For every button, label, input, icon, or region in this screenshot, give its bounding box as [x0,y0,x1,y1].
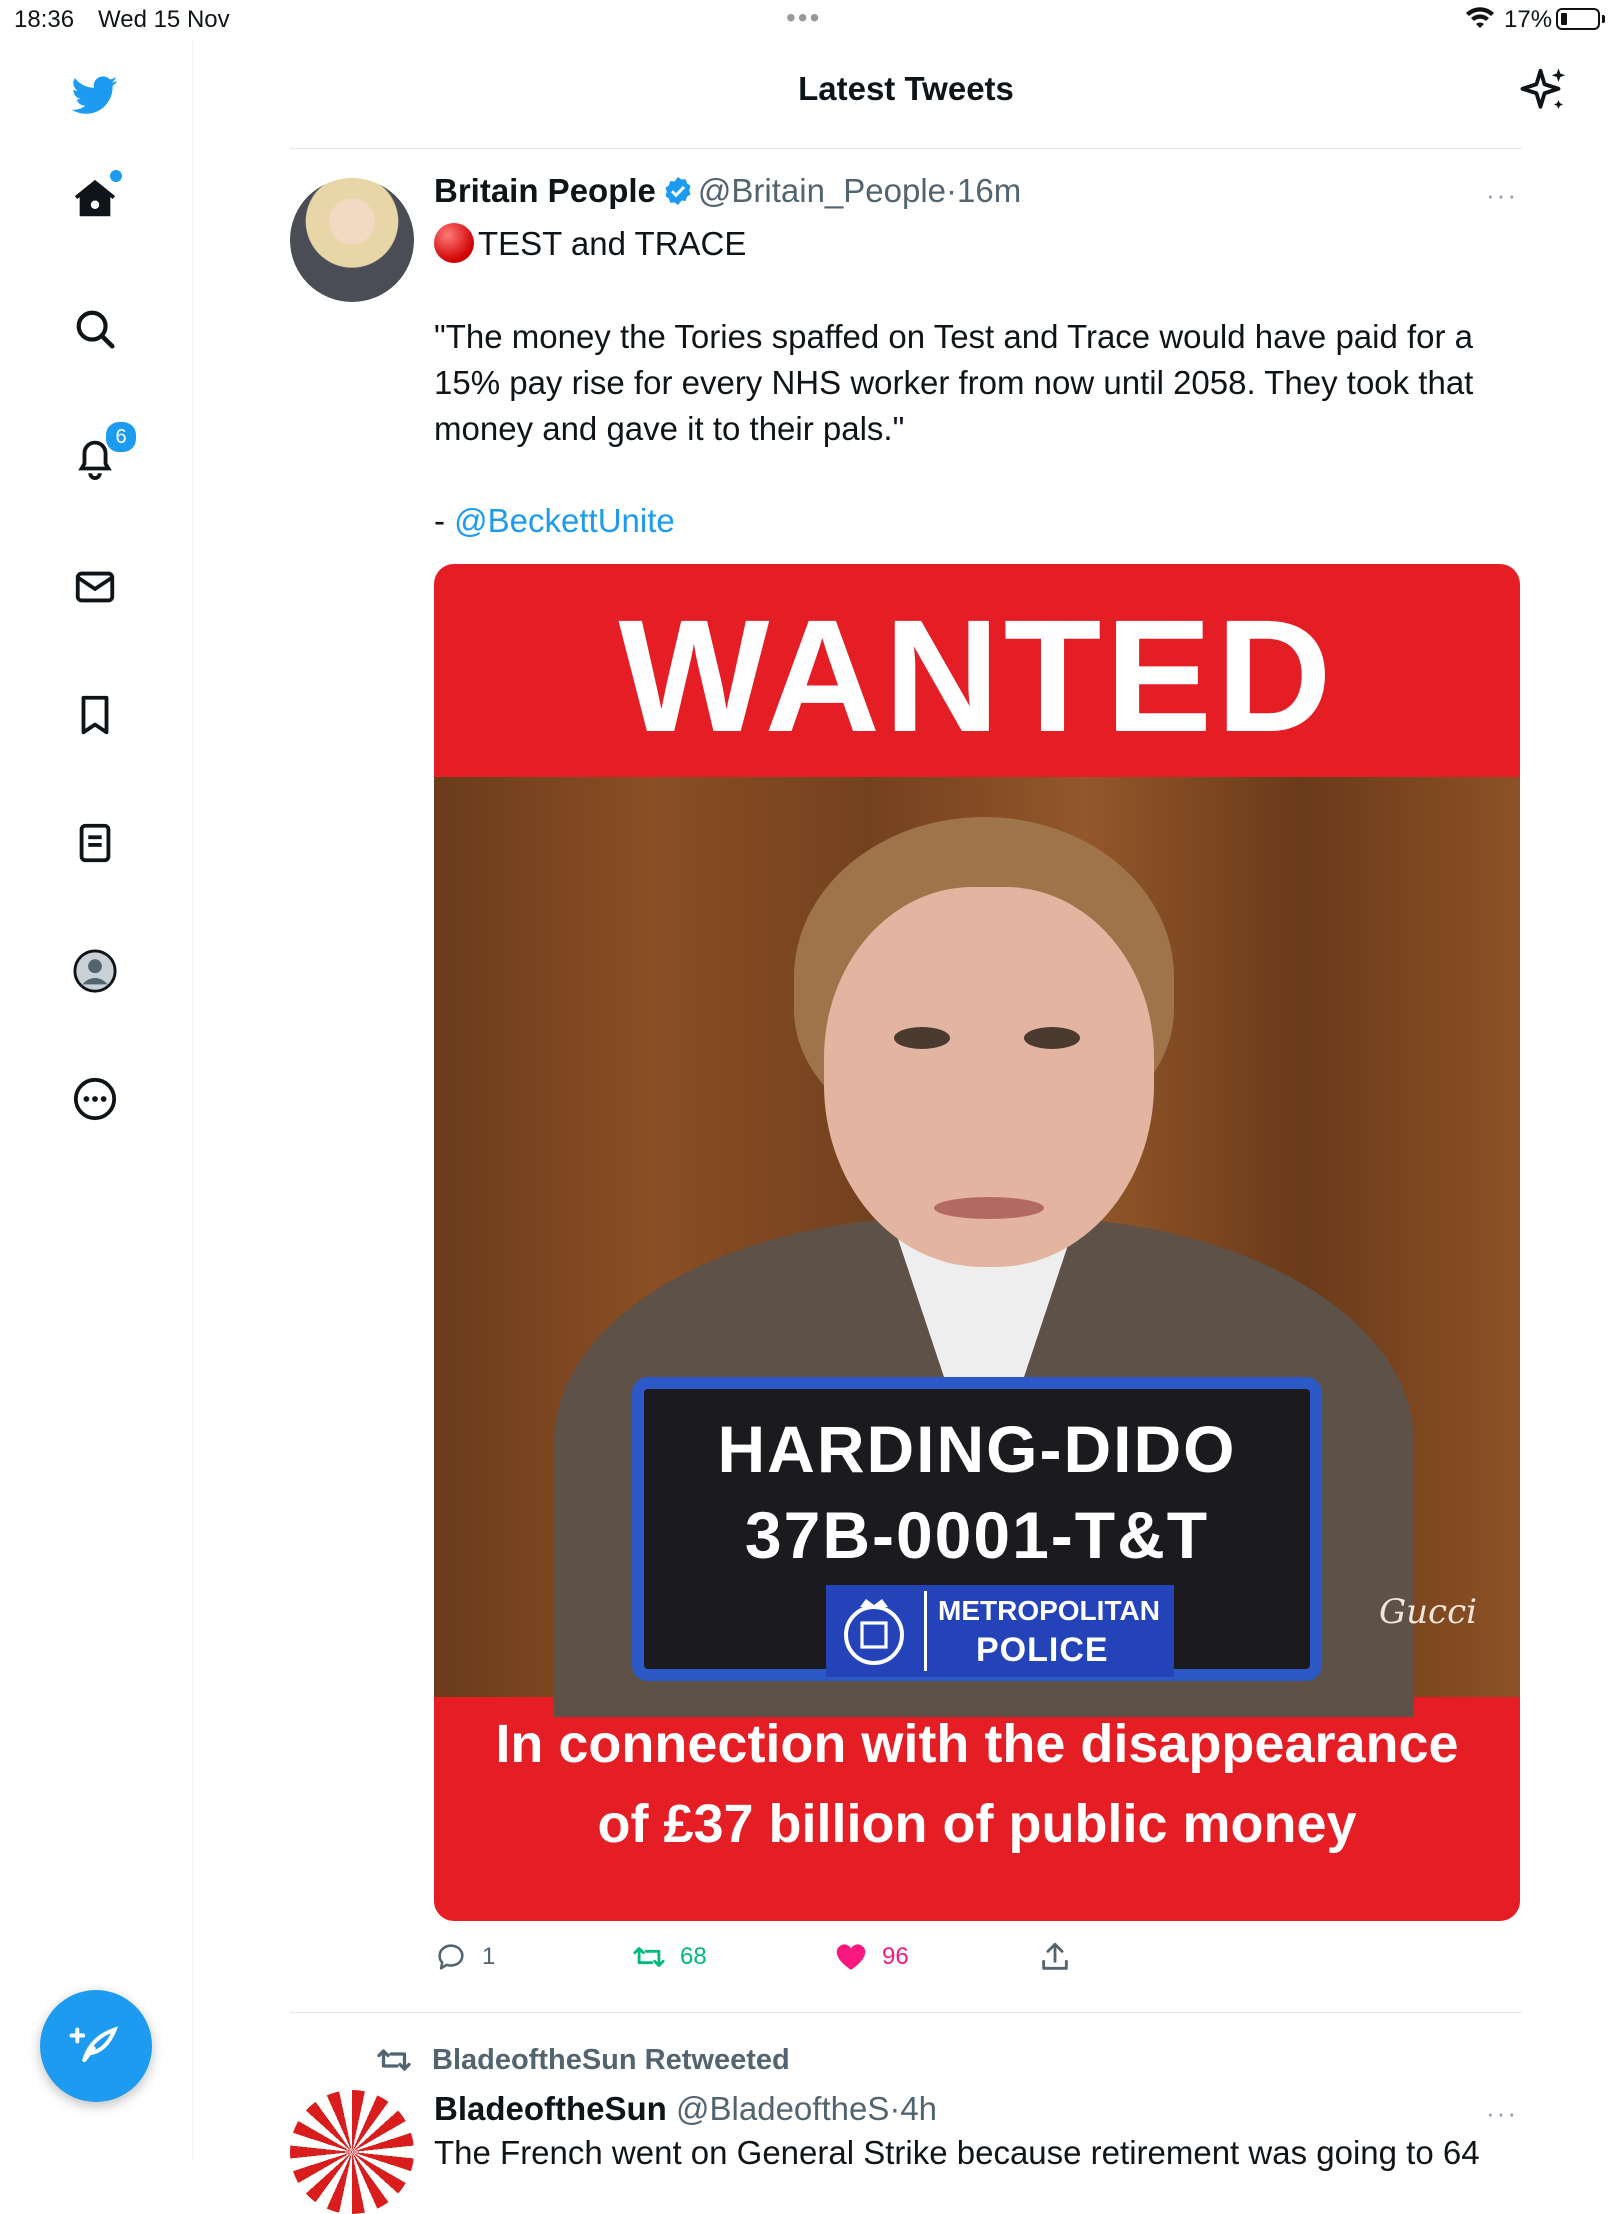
mention-link[interactable]: @BeckettUnite [454,502,675,539]
author-avatar[interactable] [290,178,414,302]
home-unread-dot [108,168,124,184]
author-handle[interactable]: @BladeoftheS [676,2090,889,2127]
status-date: Wed 15 Nov [98,6,230,33]
reply-count: 1 [482,1943,496,1970]
photo-mouth [934,1197,1044,1219]
tweet-first-line: TEST and TRACE [434,221,1524,267]
tweet-line1: TEST and TRACE [478,225,747,262]
like-count: 96 [882,1943,909,1970]
tweet-header: BladeoftheSun @BladeoftheS·4h [434,2090,937,2128]
author-avatar[interactable] [290,2090,414,2214]
author-name[interactable]: BladeoftheSun [434,2090,667,2127]
tweet-more-icon[interactable]: ··· [1486,2098,1526,2128]
status-bar: 18:36 Wed 15 Nov ••• 17% [0,0,1620,40]
notifications-bell-icon[interactable]: 6 [60,420,138,492]
police-line2: POLICE [976,1631,1109,1669]
caption-line2: of £37 billion of public money [597,1794,1357,1854]
poster-headline: WANTED [618,586,1336,765]
timeline-header: Latest Tweets [290,40,1566,149]
retweet-context-icon [377,2049,411,2071]
plate-code: 37B-0001-T&T [744,1498,1210,1572]
twitter-logo-icon[interactable] [60,60,130,130]
messages-envelope-icon[interactable] [60,552,130,622]
tweet-header: Britain People @Britain_People·16m [434,172,1021,210]
notifications-badge: 6 [104,420,138,454]
tweet-attribution: - @BeckettUnite [434,498,1524,544]
tweet-timestamp[interactable]: 4h [900,2090,937,2127]
photo-eye [1024,1027,1080,1049]
bookmarks-icon[interactable] [60,680,130,750]
compose-tweet-button[interactable] [40,1990,152,2102]
status-time: 18:36 [14,6,75,33]
police-line1: METROPOLITAN [938,1595,1160,1626]
lists-icon[interactable] [60,808,130,878]
verified-badge-icon [665,177,691,205]
police-crest-icon [844,1599,904,1665]
retweet-button[interactable]: 68 [632,1940,707,1974]
author-handle[interactable]: @Britain_People [698,172,946,209]
share-icon [1042,1942,1068,1970]
tweet-timestamp[interactable]: 16m [957,172,1021,209]
retweeted-by[interactable]: BladeoftheSun Retweeted [432,2044,790,2077]
like-button[interactable]: 96 [834,1940,909,1974]
share-button[interactable] [1038,1940,1086,1974]
red-circle-emoji-icon [434,223,474,263]
more-options-icon[interactable] [60,1064,130,1134]
tweet-body: The French went on General Strike becaus… [434,2134,1480,2171]
wifi-icon [1466,7,1494,28]
retweet-count: 68 [680,1943,707,1970]
reply-icon [438,1944,464,1970]
sparkle-icon[interactable] [1518,64,1572,118]
poster-caption: In connection with the disappearance of … [434,1704,1520,1864]
separator-dot: · [946,172,958,209]
retweet-context: BladeoftheSun Retweeted [376,2042,790,2078]
search-icon[interactable] [60,294,130,364]
tweet-body: "The money the Tories spaffed on Test an… [434,318,1474,447]
tweet-divider [290,2012,1522,2013]
poster-signature: Gucci [1379,1592,1478,1632]
separator-dot: · [889,2090,901,2127]
tweet-more-icon[interactable]: ··· [1486,180,1526,210]
compose-feather-icon [69,2026,119,2062]
attribution-prefix: - [434,502,455,539]
home-icon[interactable] [60,164,130,234]
retweet-icon [633,1947,665,1967]
reply-button[interactable]: 1 [434,1940,495,1974]
heart-icon [836,1944,866,1970]
plate-name: HARDING-DIDO [717,1412,1237,1486]
battery-icon [1556,8,1600,30]
battery-percent: 17% [1504,6,1553,33]
poster-photo: HARDING-DIDO 37B-0001-T&T METROPOLITAN P… [434,777,1520,1717]
profile-avatar-icon[interactable] [60,936,130,1006]
multitasking-dots[interactable]: ••• [786,2,821,34]
name-plate: HARDING-DIDO 37B-0001-T&T METROPOLITAN P… [632,1377,1322,1681]
sidebar: 6 [0,40,193,2160]
tweet-image[interactable]: WANTED HARDING-DIDO 37B-0001-T&T METROPO… [434,564,1520,1921]
battery-cap [1602,15,1605,23]
police-logo: METROPOLITAN POLICE [826,1585,1174,1677]
author-name[interactable]: Britain People [434,172,656,209]
police-separator [924,1591,927,1671]
page-title: Latest Tweets [798,70,1014,107]
caption-line1: In connection with the disappearance [495,1714,1459,1774]
photo-eye [894,1027,950,1049]
